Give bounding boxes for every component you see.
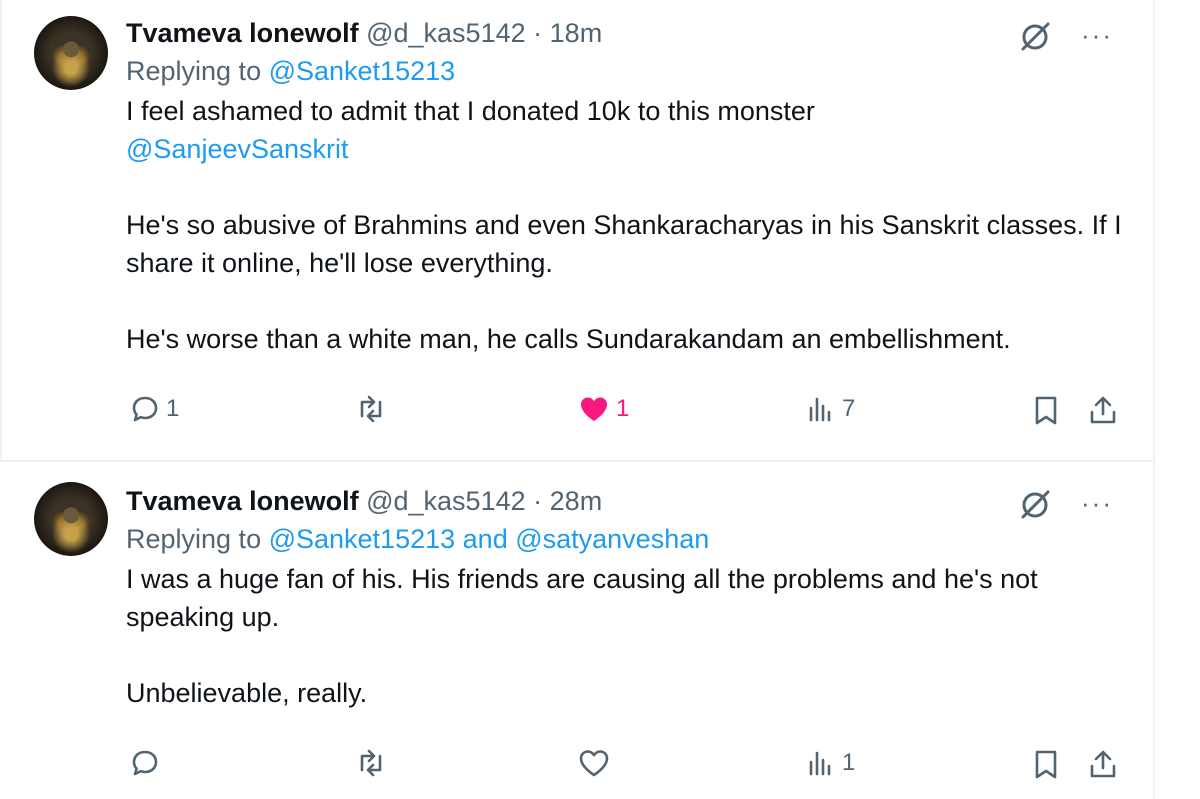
author-name[interactable]: Tvameva lonewolf: [126, 18, 359, 48]
like-icon: [581, 397, 607, 421]
tweet-text-paragraph: I was a huge fan of his. His friends are…: [126, 564, 1038, 632]
tweet-content: Tvameva lonewolf @d_kas5142 · 18m Replyi…: [126, 14, 1133, 358]
repost-button[interactable]: [354, 748, 394, 778]
views-icon: [809, 751, 831, 776]
bookmark-icon: [1035, 750, 1057, 779]
reply-button[interactable]: [130, 748, 166, 778]
repost-icon: [360, 395, 382, 423]
action-bar: 1: [126, 748, 1126, 788]
replying-prefix: Replying to: [126, 56, 269, 86]
like-button[interactable]: [578, 748, 616, 778]
bookmark-button[interactable]: [1032, 748, 1060, 780]
reply-button[interactable]: 1: [130, 394, 179, 424]
tweet-text-paragraph: He's worse than a white man, he calls Su…: [126, 324, 1011, 354]
timestamp[interactable]: 18m: [550, 18, 603, 48]
avatar[interactable]: [34, 482, 108, 556]
tweet-content: Tvameva lonewolf @d_kas5142 · 28m Replyi…: [126, 482, 1133, 712]
separator-dot: ·: [533, 486, 543, 516]
replying-to: Replying to @Sanket15213 and @satyanvesh…: [126, 520, 1133, 558]
reply-icon: [132, 396, 158, 422]
reply-icon: [132, 750, 158, 776]
tweet-text-paragraph: He's so abusive of Brahmins and even Sha…: [126, 210, 1122, 278]
bookmark-icon: [1035, 396, 1057, 425]
views-count: 7: [842, 395, 856, 422]
bookmark-button[interactable]: [1032, 394, 1060, 426]
reply-count: 1: [166, 395, 180, 422]
share-icon: [1090, 396, 1116, 424]
tweet-header: Tvameva lonewolf @d_kas5142 · 18m: [126, 14, 1133, 52]
replying-mention[interactable]: @satyanveshan: [515, 524, 709, 554]
action-bar: 1 1 7: [126, 394, 1126, 434]
share-button[interactable]: [1088, 748, 1118, 780]
column-border: [1153, 0, 1155, 799]
tweet[interactable]: ··· Tvameva lonewolf @d_kas5142 · 28m Re…: [0, 462, 1153, 799]
author-handle[interactable]: @d_kas5142: [366, 486, 526, 516]
tweet-text: I feel ashamed to admit that I donated 1…: [126, 92, 1133, 358]
tweet[interactable]: ··· Tvameva lonewolf @d_kas5142 · 18m Re…: [0, 0, 1153, 460]
like-button[interactable]: 1: [578, 394, 629, 424]
author-name[interactable]: Tvameva lonewolf: [126, 486, 359, 516]
repost-button[interactable]: [354, 394, 394, 424]
replying-mention[interactable]: @Sanket15213: [269, 524, 456, 554]
share-button[interactable]: [1088, 394, 1118, 426]
separator-dot: ·: [533, 18, 543, 48]
tweet-header: Tvameva lonewolf @d_kas5142 · 28m: [126, 482, 1133, 520]
replying-mention[interactable]: @Sanket15213: [269, 56, 456, 86]
like-count: 1: [616, 395, 630, 422]
like-icon: [579, 750, 609, 777]
views-icon: [809, 397, 831, 422]
tweet-text-line: I feel ashamed to admit that I donated 1…: [126, 96, 815, 126]
tweet-text: I was a huge fan of his. His friends are…: [126, 560, 1133, 712]
replying-joiner: and: [455, 524, 516, 554]
author-handle[interactable]: @d_kas5142: [366, 18, 526, 48]
views-count: 1: [842, 749, 856, 776]
repost-icon: [360, 749, 382, 777]
views-button[interactable]: 7: [806, 394, 855, 424]
timestamp[interactable]: 28m: [550, 486, 603, 516]
avatar[interactable]: [34, 16, 108, 90]
replying-prefix: Replying to: [126, 524, 269, 554]
share-icon: [1090, 750, 1116, 778]
tweet-text-paragraph: Unbelievable, really.: [126, 678, 368, 708]
body-mention[interactable]: @SanjeevSanskrit: [126, 134, 349, 164]
replying-to: Replying to @Sanket15213: [126, 52, 1133, 90]
views-button[interactable]: 1: [806, 748, 855, 778]
